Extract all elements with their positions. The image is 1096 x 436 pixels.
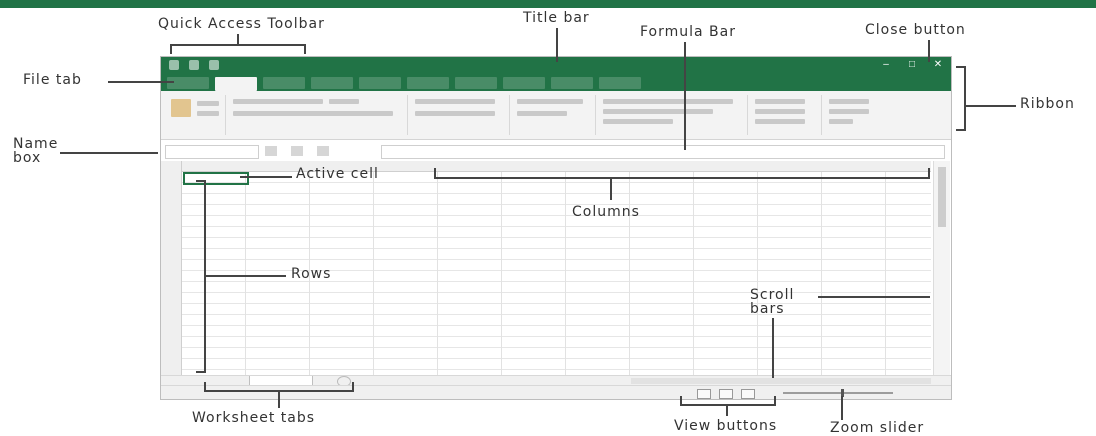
qat-bracket — [170, 44, 306, 46]
tab-formulas[interactable] — [359, 77, 401, 89]
file-tab[interactable] — [167, 77, 209, 89]
worksheet-tabs-bracket-right — [352, 382, 354, 392]
quick-access-toolbar[interactable] — [169, 60, 219, 70]
qat-bracket-stem — [237, 34, 239, 44]
ribbon-bracket-bottom — [956, 129, 966, 131]
tab-data[interactable] — [407, 77, 449, 89]
ribbon — [161, 91, 951, 140]
enter-icon[interactable] — [291, 146, 303, 156]
active-cell[interactable] — [183, 172, 249, 185]
active-cell-label: Active cell — [296, 166, 379, 182]
cancel-icon[interactable] — [265, 146, 277, 156]
quick-access-toolbar-label: Quick Access Toolbar — [158, 16, 325, 32]
name-box-label: Name box — [13, 136, 59, 166]
number-group[interactable] — [511, 95, 596, 135]
worksheet-grid[interactable] — [161, 161, 931, 375]
zoom-slider[interactable] — [783, 392, 893, 394]
redo-icon[interactable] — [209, 60, 219, 70]
horizontal-scrollbar[interactable] — [631, 378, 931, 384]
worksheet-tabs-bracket-left — [204, 382, 206, 392]
clipboard-group[interactable] — [165, 95, 226, 135]
tab-page-layout[interactable] — [311, 77, 353, 89]
zoom-slider-leader — [841, 396, 843, 420]
close-icon[interactable]: ✕ — [931, 59, 945, 71]
page-break-view-icon[interactable] — [741, 389, 755, 399]
tab-quickbooks[interactable] — [551, 77, 593, 89]
ribbon-tabs — [161, 75, 951, 91]
row-headers[interactable] — [161, 161, 182, 375]
formula-bar-leader — [684, 42, 686, 150]
scroll-bars-leader-h — [818, 296, 930, 298]
styles-group[interactable] — [597, 95, 748, 135]
column-headers[interactable] — [161, 161, 931, 172]
ribbon-label: Ribbon — [1020, 96, 1075, 112]
zoom-slider-label: Zoom slider — [830, 420, 925, 436]
formula-bar[interactable] — [381, 145, 945, 159]
vertical-scrollbar[interactable] — [933, 161, 950, 375]
ribbon-bracket — [964, 66, 966, 130]
function-icon[interactable] — [317, 146, 329, 156]
tab-insert[interactable] — [263, 77, 305, 89]
columns-label: Columns — [572, 204, 640, 220]
maximize-icon[interactable]: □ — [905, 59, 919, 71]
normal-view-icon[interactable] — [697, 389, 711, 399]
cells-group[interactable] — [749, 95, 822, 135]
formula-bar-label: Formula Bar — [640, 24, 736, 40]
name-box-leader — [60, 152, 158, 154]
title-bar-label: Title bar — [523, 10, 590, 26]
view-buttons-bracket-left — [680, 396, 682, 406]
scroll-bars-label: Scroll bars — [750, 287, 795, 317]
page-layout-view-icon[interactable] — [719, 389, 733, 399]
window-controls: – □ ✕ — [879, 59, 945, 71]
font-group[interactable] — [227, 95, 408, 135]
ribbon-bracket-top — [956, 66, 966, 68]
alignment-group[interactable] — [409, 95, 510, 135]
active-cell-leader — [240, 176, 292, 178]
file-tab-label: File tab — [23, 72, 82, 88]
qat-bracket-left — [170, 44, 172, 54]
tab-home[interactable] — [215, 77, 257, 91]
tab-view[interactable] — [503, 77, 545, 89]
scroll-bars-leader-v — [772, 318, 774, 378]
qat-bracket-right — [304, 44, 306, 54]
view-buttons-label: View buttons — [674, 418, 778, 434]
columns-bracket-right — [928, 168, 930, 178]
editing-group[interactable] — [823, 95, 913, 135]
worksheet-tabs-leader — [278, 392, 280, 408]
columns-leader — [610, 178, 612, 200]
scroll-thumb[interactable] — [938, 167, 946, 227]
header-band — [0, 0, 1096, 8]
title-bar-leader — [556, 28, 558, 62]
rows-label: Rows — [291, 266, 332, 282]
view-buttons-bracket-right — [774, 396, 776, 406]
tab-review[interactable] — [455, 77, 497, 89]
formula-icons — [265, 146, 329, 156]
view-buttons — [697, 389, 755, 399]
worksheet-tabs-label: Worksheet tabs — [192, 410, 316, 426]
rows-bracket-bottom — [196, 371, 206, 373]
minimize-icon[interactable]: – — [879, 59, 893, 71]
file-tab-leader — [108, 81, 174, 83]
columns-bracket — [434, 177, 930, 179]
excel-window: – □ ✕ — [160, 56, 952, 400]
rows-leader — [206, 275, 286, 277]
tab-tell-me[interactable] — [599, 77, 641, 89]
close-button-label: Close button — [865, 22, 966, 38]
ribbon-leader — [966, 105, 1016, 107]
undo-icon[interactable] — [189, 60, 199, 70]
save-icon[interactable] — [169, 60, 179, 70]
view-buttons-leader — [726, 406, 728, 416]
close-button-leader — [928, 40, 930, 62]
rows-bracket-top — [196, 180, 206, 182]
view-buttons-bracket — [680, 404, 776, 406]
name-box[interactable] — [165, 145, 259, 159]
